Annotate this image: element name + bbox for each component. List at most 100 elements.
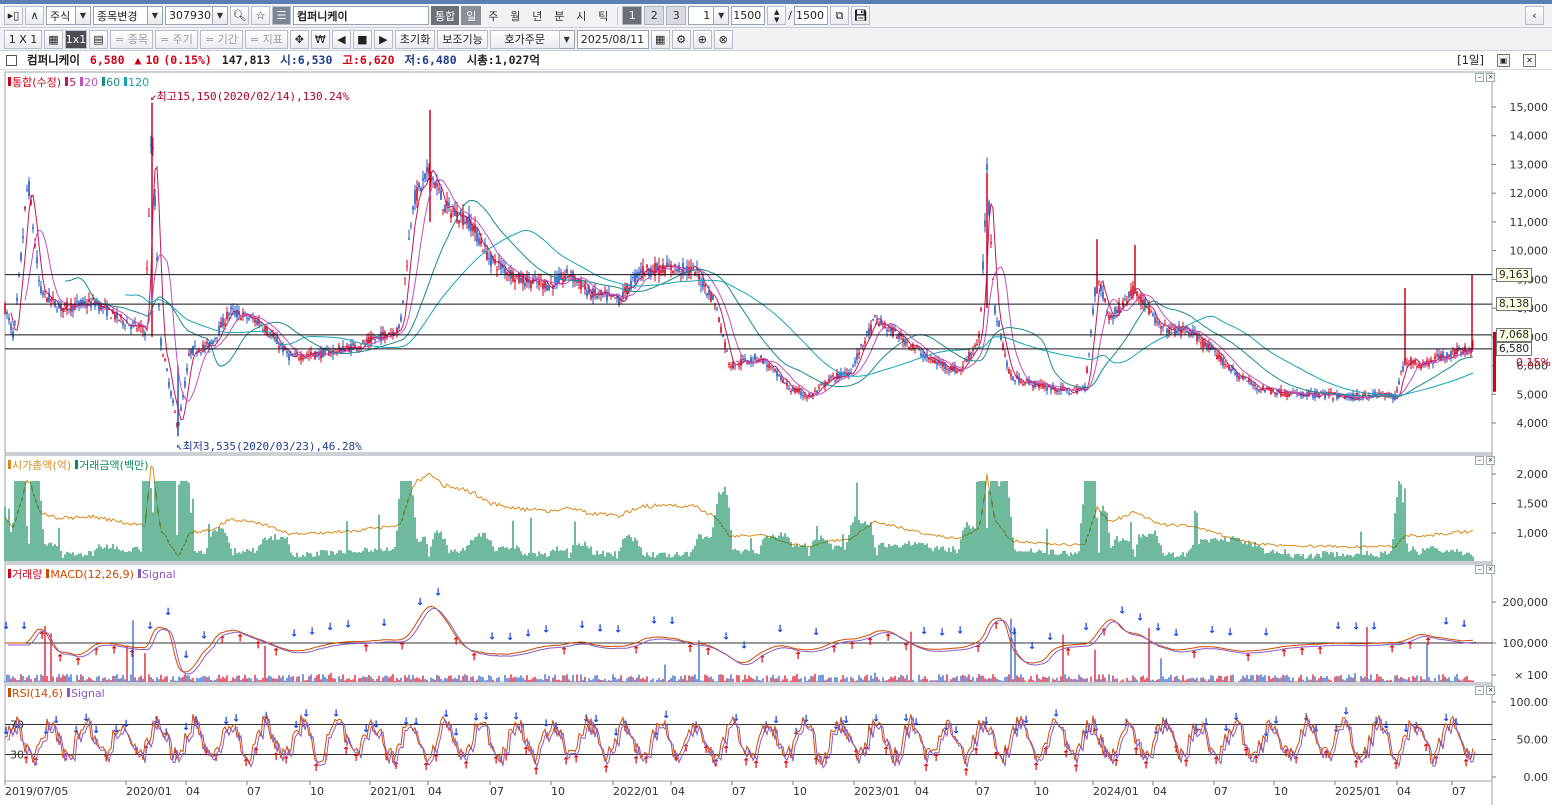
indicator-sync-button[interactable]: = 지표 xyxy=(245,30,288,49)
amount-bar xyxy=(870,522,871,561)
table-icon[interactable]: ▤ xyxy=(89,30,108,49)
currency-button[interactable]: ₩ xyxy=(311,30,330,49)
pane-minimize-icon[interactable]: – xyxy=(1475,686,1484,695)
stock-sync-button[interactable]: = 종목 xyxy=(110,30,153,49)
date-input[interactable]: 2025/08/11 xyxy=(577,30,649,49)
volume-bar xyxy=(1316,680,1317,682)
expand-left-icon[interactable]: ▸▯ xyxy=(4,6,23,25)
save-icon[interactable]: 💾︎ xyxy=(851,6,870,25)
candle-body xyxy=(1246,381,1248,382)
amount-bar xyxy=(780,532,781,561)
amount-bar xyxy=(618,551,619,561)
chevron-down-icon[interactable]: ▼ xyxy=(76,6,91,25)
period-sync-button[interactable]: = 주기 xyxy=(155,30,198,49)
pane-minimize-icon[interactable]: – xyxy=(1475,565,1484,574)
amount-bar xyxy=(226,536,227,561)
candle-body xyxy=(1116,310,1118,313)
volume-bar xyxy=(340,679,341,682)
tab-minute[interactable]: 분 xyxy=(549,6,569,25)
chart-area[interactable]: 15,00014,00013,00012,00011,00010,0009,00… xyxy=(0,71,1552,805)
sell-signal-arrow: ↓ xyxy=(146,621,154,632)
tab-hour[interactable]: 시 xyxy=(571,6,591,25)
volume-bar xyxy=(888,679,889,682)
chevron-down-icon[interactable]: ▼ xyxy=(714,6,729,25)
chevron-down-icon[interactable]: ▼ xyxy=(148,6,163,25)
volume-bar xyxy=(1080,677,1081,682)
layout-1x1-toggle[interactable]: 1x1 xyxy=(65,30,87,49)
change-stock-select[interactable]: 종목변경 ▼ xyxy=(93,6,163,25)
candle-body xyxy=(1366,398,1368,399)
grid-icon[interactable]: ▦ xyxy=(44,30,63,49)
amount-bar xyxy=(676,552,677,561)
restore-icon[interactable]: ▣ xyxy=(1497,54,1510,67)
chevron-down-icon[interactable]: ▼ xyxy=(560,30,575,49)
tab-tick[interactable]: 틱 xyxy=(593,6,613,25)
buy-signal-arrow: ↑ xyxy=(1462,759,1470,770)
amount-bar xyxy=(1280,554,1281,561)
candle-body xyxy=(482,251,484,252)
amount-bar xyxy=(94,550,95,561)
amount-bar xyxy=(1370,553,1371,561)
amount-bar xyxy=(174,481,175,561)
collapse-right-icon[interactable]: ‹ xyxy=(1525,6,1544,25)
tab-integrated[interactable]: 통합 xyxy=(431,6,459,25)
tab-daily[interactable]: 일 xyxy=(461,6,481,25)
amount-bar xyxy=(974,528,975,561)
period-select[interactable]: 1 ▼ xyxy=(688,6,729,25)
zoom-in-icon[interactable]: ⊕ xyxy=(693,30,712,49)
volume-bar xyxy=(824,680,825,682)
market-type-select[interactable]: 주식 ▼ xyxy=(46,6,91,25)
compass-icon[interactable]: ⊗ xyxy=(714,30,733,49)
next-icon[interactable]: ▶ xyxy=(374,30,393,49)
order-select[interactable]: 호가주문 ▼ xyxy=(490,30,575,49)
pane-minimize-icon[interactable]: – xyxy=(1475,456,1484,465)
period-input[interactable]: 1 xyxy=(688,6,714,25)
chevron-down-icon[interactable]: ▼ xyxy=(213,6,228,25)
range-sync-button[interactable]: = 기간 xyxy=(200,30,243,49)
calendar-icon[interactable]: ▦ xyxy=(651,30,670,49)
new-window-icon[interactable]: ⧉ xyxy=(830,6,849,25)
num-tab-2[interactable]: 2 xyxy=(644,6,664,25)
prev-icon[interactable]: ◀ xyxy=(332,30,351,49)
pane-close-icon[interactable]: × xyxy=(1486,456,1495,465)
aux-function-button[interactable]: 보조기능 xyxy=(437,30,487,49)
pane-close-icon[interactable]: × xyxy=(1486,686,1495,695)
amount-bar xyxy=(1012,537,1013,561)
crosshair-icon[interactable]: ✥ xyxy=(290,30,309,49)
stop-icon[interactable]: ■ xyxy=(353,30,372,49)
close-icon[interactable]: ✕ xyxy=(1523,54,1536,67)
volume-bar xyxy=(112,676,113,682)
stock-code-select[interactable]: 307930 ▼ xyxy=(165,6,228,25)
pane-minimize-icon[interactable]: – xyxy=(1475,73,1484,82)
buy-signal-arrow: ↑ xyxy=(362,643,370,654)
volume-bar xyxy=(346,679,347,682)
amount-bar xyxy=(20,481,21,561)
order-button[interactable]: 호가주문 xyxy=(490,30,560,49)
reset-button[interactable]: 초기화 xyxy=(395,30,435,49)
tab-yearly[interactable]: 년 xyxy=(527,6,547,25)
tab-monthly[interactable]: 월 xyxy=(505,6,525,25)
settings-icon[interactable]: ⚙ xyxy=(672,30,691,49)
pane-close-icon[interactable]: × xyxy=(1486,73,1495,82)
candle-body xyxy=(110,318,112,319)
num-tab-3[interactable]: 3 xyxy=(666,6,686,25)
volume-bar xyxy=(626,678,627,682)
volume-bar xyxy=(1276,678,1277,682)
count-stepper[interactable]: ▲▼ xyxy=(767,6,786,25)
buy-signal-arrow: ↑ xyxy=(560,647,568,658)
compare-checkbox[interactable] xyxy=(6,55,17,66)
layout-1x1-button[interactable]: 1 X 1 xyxy=(4,30,42,49)
star-icon[interactable]: ☆ xyxy=(251,6,270,25)
amount-bar xyxy=(6,520,7,561)
caret-up-icon[interactable]: ∧ xyxy=(25,6,44,25)
amount-bar xyxy=(1194,511,1195,561)
stock-code-input[interactable]: 307930 xyxy=(165,6,213,25)
pane-close-icon[interactable]: × xyxy=(1486,565,1495,574)
list-icon[interactable]: ☰ xyxy=(272,6,291,25)
count-input[interactable]: 1500 xyxy=(731,6,765,25)
tab-weekly[interactable]: 주 xyxy=(483,6,503,25)
num-tab-1[interactable]: 1 xyxy=(622,6,642,25)
amount-bar xyxy=(858,520,859,561)
search-icon[interactable]: 🔍︎ xyxy=(230,6,249,25)
candle-body xyxy=(68,309,70,310)
